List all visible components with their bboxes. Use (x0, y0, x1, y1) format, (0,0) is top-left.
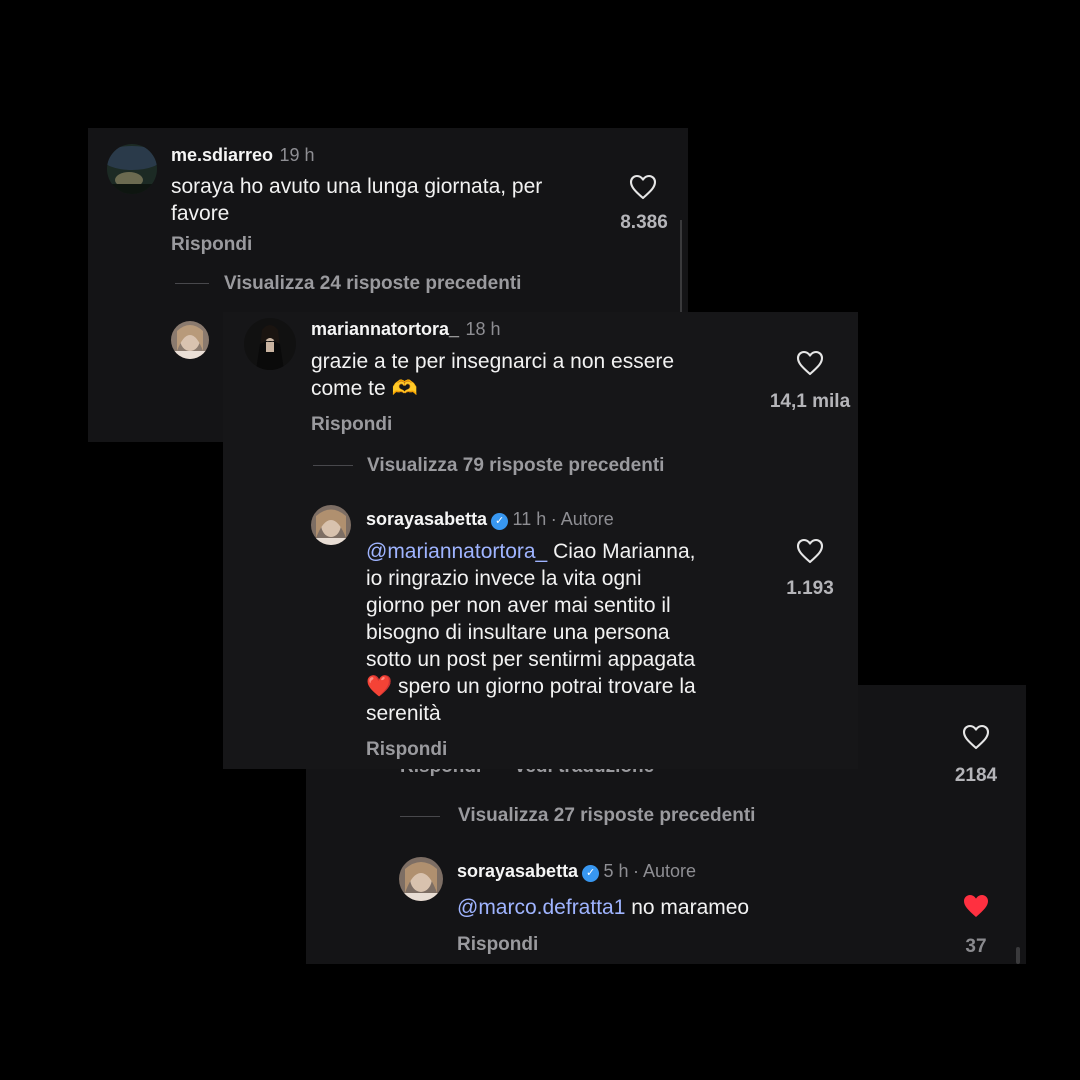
reply-button[interactable]: Rispondi (366, 739, 447, 761)
comment-time: 18 h (465, 319, 501, 339)
view-previous-replies[interactable]: Visualizza 24 risposte precedenti (224, 273, 521, 295)
divider (175, 283, 209, 284)
like-count: 2184 (954, 765, 998, 786)
comment-username[interactable]: mariannatortora_ (311, 319, 459, 339)
comment-text-line: come te (311, 377, 386, 400)
comment-text-line: grazie a te per insegnarci a non essere (311, 350, 675, 373)
reply-button[interactable]: Rispondi (171, 234, 252, 256)
avatar[interactable] (244, 318, 296, 370)
verified-badge-icon: ✓ (491, 513, 509, 530)
scrollbar[interactable] (1016, 947, 1020, 964)
like-count: 14,1 mila (769, 391, 851, 412)
comment-text-line: Ciao Marianna, (547, 540, 696, 563)
scrollbar[interactable] (680, 220, 682, 314)
comment-panel-2: mariannatortora_ 18 h grazie a te per in… (223, 312, 858, 769)
comment-time: 5 h (603, 861, 629, 881)
comment-text-line: favore (171, 202, 230, 225)
view-previous-replies[interactable]: Visualizza 79 risposte precedenti (367, 455, 664, 477)
reply-button[interactable]: Rispondi (311, 414, 392, 436)
avatar[interactable] (107, 144, 157, 194)
reply-button[interactable]: Rispondi (457, 934, 538, 956)
heart-icon[interactable] (629, 174, 657, 200)
divider (313, 465, 353, 466)
comment-text-line: serenità (366, 702, 441, 725)
heart-icon[interactable] (796, 538, 824, 564)
red-heart-emoji-icon: ❤️ (366, 675, 393, 698)
mention-link[interactable]: @mariannatortora_ (366, 540, 547, 563)
avatar[interactable] (311, 505, 351, 545)
heart-icon[interactable] (796, 350, 824, 376)
liked-heart-icon[interactable] (962, 893, 990, 919)
comment-text-line: sotto un post per sentirmi appagata (366, 648, 696, 671)
heart-icon[interactable] (962, 724, 990, 750)
comment-username[interactable]: me.sdiarreo (171, 145, 273, 165)
comment-text: no marameo (625, 896, 750, 919)
view-previous-replies[interactable]: Visualizza 27 risposte precedenti (458, 805, 755, 827)
mention-link[interactable]: @marco.defratta1 (457, 896, 625, 919)
avatar[interactable] (171, 321, 209, 359)
author-label: · Autore (633, 861, 697, 881)
comment-text-line: soraya ho avuto una lunga giornata, per (171, 175, 543, 198)
comment-text-line: io ringrazio invece la vita ogni (366, 567, 642, 590)
comment-text-line: bisogno di insultare una persona (366, 621, 670, 644)
avatar[interactable] (399, 857, 443, 901)
like-count: 8.386 (620, 212, 668, 233)
comment-username[interactable]: sorayasabetta (457, 861, 578, 881)
like-count: 1.193 (786, 578, 834, 599)
comment-text-line: giorno per non aver mai sentito il (366, 594, 671, 617)
divider (400, 816, 440, 817)
heart-hands-emoji-icon: 🫶 (391, 377, 418, 400)
comment-time: 11 h (512, 509, 547, 529)
comment-text-line: spero un giorno potrai trovare la (392, 675, 696, 698)
author-label: · Autore (550, 509, 614, 529)
verified-badge-icon: ✓ (582, 865, 600, 882)
comment-time: 19 h (279, 145, 315, 165)
like-count: 37 (965, 936, 987, 957)
comment-username[interactable]: sorayasabetta (366, 509, 487, 529)
